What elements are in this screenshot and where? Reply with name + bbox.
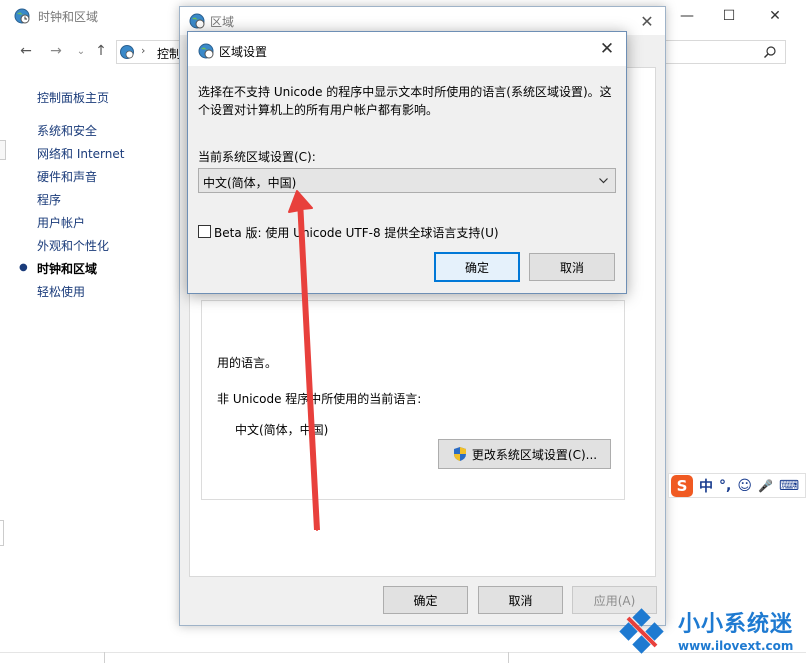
description-line: 选择在不支持 Unicode 的程序中显示文本时所使用的语言(系统区域设置)。这: [198, 85, 612, 99]
non-unicode-label: 非 Unicode 程序中所使用的当前语言:: [217, 392, 422, 406]
forward-button[interactable]: →: [45, 42, 67, 60]
region-settings-ok-button[interactable]: 确定: [434, 252, 520, 282]
close-button[interactable]: ✕: [752, 0, 798, 32]
microphone-icon[interactable]: 🎤: [758, 479, 773, 493]
region-close-button[interactable]: ✕: [635, 10, 659, 32]
system-locale-value: 中文(简体，中国): [203, 176, 297, 190]
sidebar-item-appearance[interactable]: 外观和个性化: [37, 237, 109, 254]
chevron-down-icon: ⌄: [76, 45, 86, 57]
region-settings-titlebar[interactable]: 区域设置 ✕: [188, 32, 626, 66]
sidebar-item-ease-of-access[interactable]: 轻松使用: [37, 283, 85, 300]
clock-globe-icon: [14, 8, 30, 24]
back-button[interactable]: ←: [15, 42, 37, 60]
cancel-label: 取消: [508, 593, 533, 608]
non-unicode-group: 用的语言。 非 Unicode 程序中所使用的当前语言: 中文(简体，中国) 更…: [201, 300, 625, 500]
watermark: 小小系统迷 www.ilovext.com: [616, 604, 806, 660]
search-input[interactable]: [660, 40, 786, 64]
control-panel-icon: [120, 45, 134, 59]
description-line: 个设置对计算机上的所有用户帐户都有影响。: [198, 103, 439, 117]
sidebar-item-system-security[interactable]: 系统和安全: [37, 122, 97, 139]
sogou-logo-icon[interactable]: S: [671, 474, 693, 497]
close-icon: ✕: [599, 39, 615, 59]
breadcrumb-segment[interactable]: 控制: [157, 45, 181, 62]
window-title: 时钟和区域: [38, 10, 99, 24]
window-edge: [0, 140, 6, 160]
sidebar-home-link[interactable]: 控制面板主页: [37, 89, 109, 106]
watermark-logo-icon: [619, 608, 664, 654]
breadcrumb-separator-icon: ›: [141, 44, 146, 57]
active-bullet-icon: ●: [19, 262, 28, 273]
current-locale-label: 当前系统区域设置(C):: [198, 150, 316, 164]
region-settings-description: 选择在不支持 Unicode 的程序中显示文本时所使用的语言(系统区域设置)。这…: [198, 83, 618, 119]
minimize-button[interactable]: —: [664, 0, 710, 32]
sidebar-item-network[interactable]: 网络和 Internet: [37, 145, 124, 162]
sidebar-item-programs[interactable]: 程序: [37, 191, 61, 208]
system-locale-select[interactable]: 中文(简体，中国): [198, 168, 616, 193]
uac-shield-icon: [453, 447, 466, 461]
minimize-icon: —: [680, 8, 694, 24]
address-bar[interactable]: › 控制: [116, 40, 186, 64]
back-arrow-icon: ←: [20, 43, 32, 59]
ok-label: 确定: [413, 593, 438, 608]
close-icon: ✕: [640, 11, 654, 31]
chevron-down-icon: [599, 178, 608, 184]
maximize-button[interactable]: ☐: [706, 0, 752, 32]
up-arrow-icon: ↑: [95, 43, 107, 59]
region-dialog-title: 区域: [210, 15, 235, 29]
window-edge: [0, 520, 4, 546]
up-button[interactable]: ↑: [90, 42, 112, 60]
region-settings-dialog: 区域设置 ✕ 选择在不支持 Unicode 的程序中显示文本时所使用的语言(系统…: [187, 31, 627, 294]
ime-toolbar: S 中 °, ☺ 🎤 ⌨: [668, 473, 806, 498]
region-ok-button[interactable]: 确定: [383, 586, 468, 614]
clock-globe-icon: [198, 43, 214, 59]
sidebar-item-user-accounts[interactable]: 用户帐户: [37, 214, 85, 231]
divider: [508, 652, 509, 663]
ok-label: 确定: [464, 260, 489, 275]
beta-utf8-checkbox[interactable]: [198, 225, 211, 238]
sidebar-item-hardware-sound[interactable]: 硬件和声音: [37, 168, 97, 185]
region-settings-close-button[interactable]: ✕: [594, 37, 620, 61]
group-description-tail: 用的语言。: [217, 356, 278, 370]
cancel-label: 取消: [559, 260, 584, 275]
divider: [104, 652, 105, 663]
ime-chinese-mode-toggle[interactable]: 中: [699, 476, 713, 496]
recent-locations-button[interactable]: ⌄: [70, 42, 92, 60]
watermark-title: 小小系统迷: [678, 612, 794, 637]
keyboard-icon[interactable]: ⌨: [779, 478, 799, 494]
sidebar-item-clock-region[interactable]: 时钟和区域: [37, 260, 97, 277]
region-cancel-button[interactable]: 取消: [478, 586, 563, 614]
clock-globe-icon: [189, 13, 205, 29]
maximize-icon: ☐: [722, 8, 736, 24]
watermark-url: www.ilovext.com: [678, 639, 794, 653]
region-settings-cancel-button[interactable]: 取消: [529, 253, 615, 281]
close-icon: ✕: [769, 8, 781, 24]
change-system-locale-button[interactable]: 更改系统区域设置(C)...: [438, 439, 611, 469]
ime-punctuation-toggle[interactable]: °,: [719, 478, 731, 494]
change-system-locale-label: 更改系统区域设置(C)...: [471, 447, 598, 462]
forward-arrow-icon: →: [50, 43, 62, 59]
current-language-value: 中文(简体，中国): [235, 423, 329, 437]
emoji-icon[interactable]: ☺: [737, 478, 752, 494]
beta-utf8-label[interactable]: Beta 版: 使用 Unicode UTF-8 提供全球语言支持(U): [214, 224, 499, 241]
region-settings-title: 区域设置: [219, 45, 268, 59]
search-icon: [764, 46, 776, 58]
